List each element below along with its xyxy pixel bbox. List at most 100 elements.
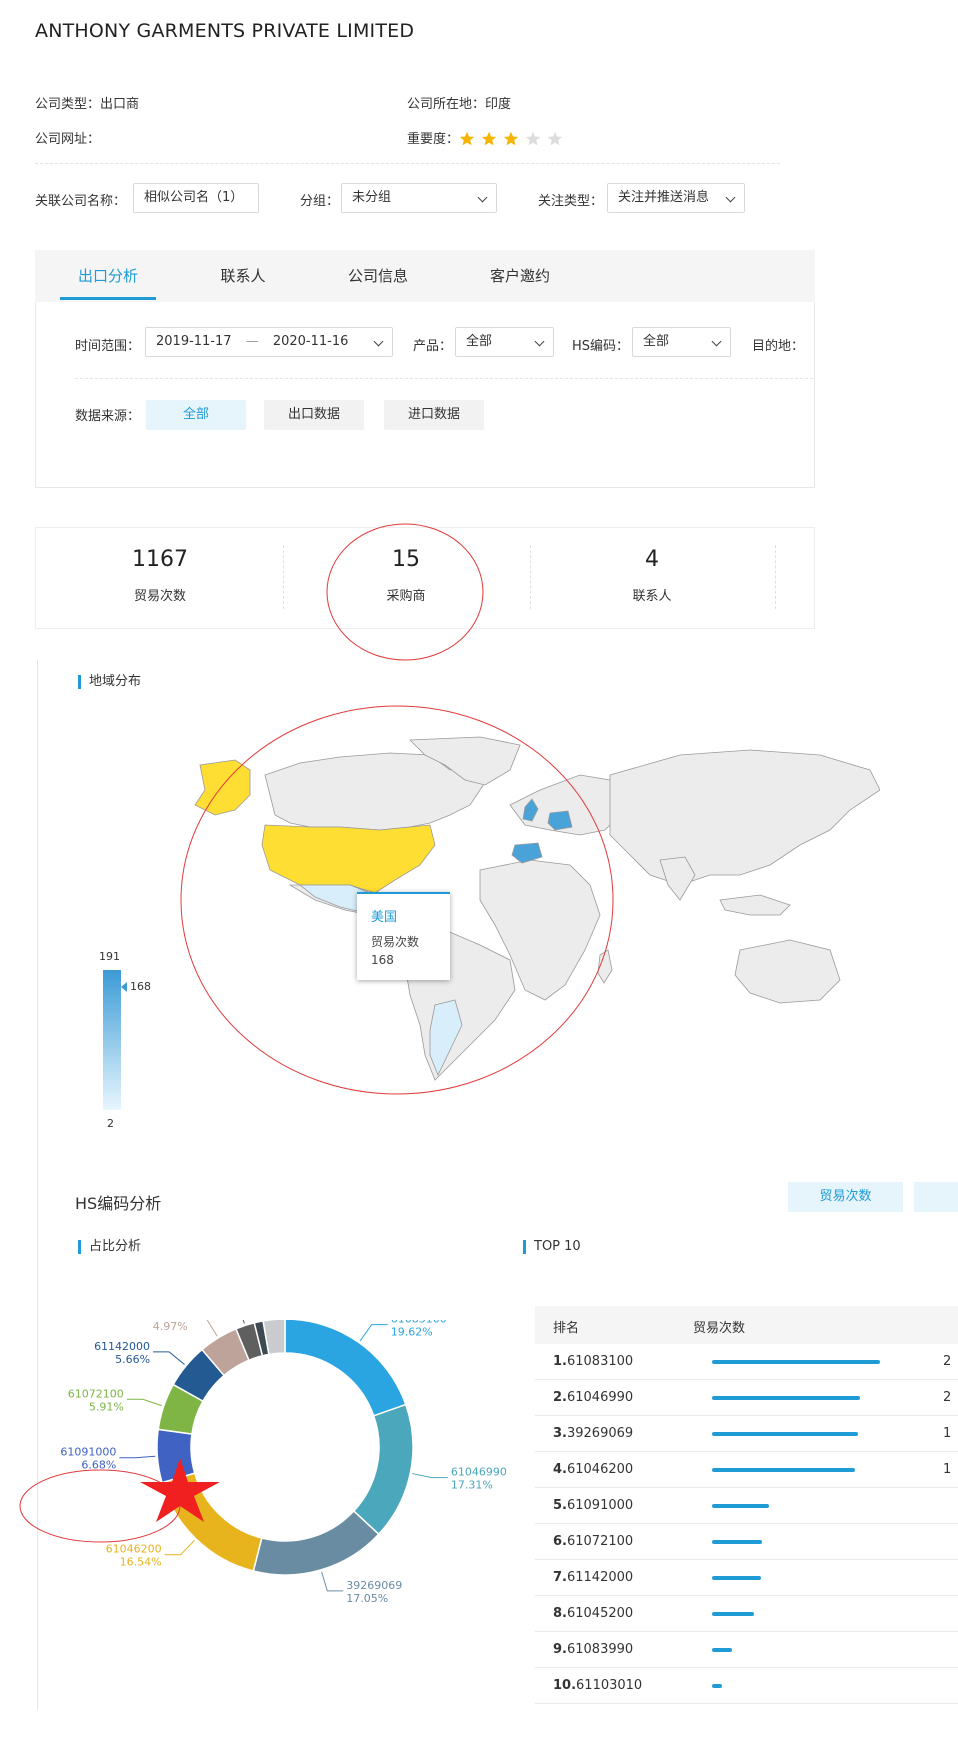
- donut-leader-line: [412, 1473, 448, 1479]
- table-row[interactable]: 1.61083100 2: [535, 1344, 958, 1380]
- importance-label: 重要度：: [407, 132, 460, 147]
- source-export-button[interactable]: 出口数据: [264, 400, 364, 430]
- donut-label-percent: 17.05%: [346, 1592, 388, 1605]
- star-empty-icon[interactable]: [525, 131, 541, 147]
- donut-leader-line: [359, 1324, 388, 1342]
- table-row[interactable]: 7.61142000: [535, 1560, 958, 1596]
- star-filled-icon[interactable]: [481, 131, 497, 147]
- tooltip-metric: 贸易次数: [371, 935, 420, 949]
- company-website: 公司网址：: [35, 128, 100, 147]
- row-value: 2: [943, 1354, 952, 1369]
- donut-slice-39269069[interactable]: [252, 1509, 380, 1576]
- tab-customer-invite[interactable]: 客户邀约: [472, 250, 568, 302]
- table-row[interactable]: 2.61046990 2: [535, 1380, 958, 1416]
- company-location: 公司所在地：印度: [407, 93, 511, 112]
- annotation-star-ellipse: [19, 1458, 220, 1543]
- star-empty-icon[interactable]: [547, 131, 563, 147]
- table-row[interactable]: 8.61045200: [535, 1596, 958, 1632]
- tab-company-info[interactable]: 公司信息: [330, 250, 426, 302]
- time-start: 2019-11-17: [156, 334, 232, 349]
- metric-toggle-button-2[interactable]: [914, 1182, 958, 1212]
- table-row[interactable]: 6.61072100: [535, 1524, 958, 1560]
- group-label: 分组：: [300, 194, 340, 209]
- hs-section-title: HS编码分析: [75, 1194, 162, 1213]
- company-website-label: 公司网址：: [35, 132, 101, 147]
- product-select[interactable]: 全部: [455, 327, 554, 357]
- chevron-down-icon: [725, 192, 736, 203]
- follow-type-select[interactable]: 关注并推送消息: [607, 183, 745, 213]
- row-rank: 3.39269069: [553, 1426, 634, 1441]
- source-import-button[interactable]: 进口数据: [384, 400, 484, 430]
- table-row[interactable]: 4.61046200 1: [535, 1452, 958, 1488]
- table-row[interactable]: 5.61091000: [535, 1488, 958, 1524]
- legend-gradient[interactable]: [103, 970, 121, 1110]
- stat-contacts-value[interactable]: 4: [572, 547, 732, 572]
- stat-contacts-label[interactable]: 联系人: [572, 585, 732, 604]
- legend-max: 191: [99, 950, 120, 963]
- star-filled-icon[interactable]: [459, 131, 475, 147]
- row-value: 1: [943, 1462, 952, 1477]
- row-bar: [712, 1432, 858, 1436]
- table-row[interactable]: 10.61103010: [535, 1668, 958, 1704]
- tooltip-value: 168: [371, 953, 394, 967]
- company-importance: 重要度：: [407, 128, 569, 148]
- company-location-label: 公司所在地：: [407, 97, 486, 112]
- time-range-picker[interactable]: 2019-11-17 — 2020-11-16: [145, 327, 393, 357]
- source-all-button[interactable]: 全部: [146, 400, 246, 430]
- time-separator: —: [245, 334, 259, 349]
- tab-active-indicator: [60, 297, 156, 300]
- legend-min: 2: [107, 1117, 114, 1130]
- row-bar: [712, 1360, 880, 1364]
- top10-title: TOP 10: [523, 1240, 581, 1254]
- tooltip-title: 美国: [371, 910, 398, 925]
- star-filled-icon[interactable]: [503, 131, 519, 147]
- related-company-button[interactable]: 相似公司名（1）: [133, 183, 259, 213]
- chevron-down-icon: [711, 336, 722, 347]
- importance-stars[interactable]: [459, 131, 569, 148]
- row-bar: [712, 1396, 860, 1400]
- time-end: 2020-11-16: [272, 334, 349, 349]
- donut-slice-61046990[interactable]: [352, 1403, 414, 1536]
- row-value: 1: [943, 1426, 952, 1441]
- hs-code-select[interactable]: 全部: [632, 327, 731, 357]
- donut-leader-line: [153, 1351, 185, 1365]
- donut-leader-line: [206, 1320, 218, 1337]
- chevron-down-icon: [477, 192, 488, 203]
- row-value: 2: [943, 1390, 952, 1405]
- destination-label: 目的地：: [752, 339, 805, 354]
- chevron-down-icon: [373, 336, 384, 347]
- metric-toggle-button[interactable]: 贸易次数: [788, 1182, 903, 1212]
- top10-header: 排名 贸易次数: [535, 1306, 958, 1344]
- legend-marker-icon: [121, 982, 127, 993]
- row-rank: 1.61083100: [553, 1354, 634, 1369]
- hs-code-value: 全部: [643, 334, 670, 349]
- donut-label-percent: 5.91%: [89, 1400, 124, 1413]
- map-tooltip: 美国 贸易次数 168: [357, 892, 450, 980]
- share-analysis-title: 占比分析: [78, 1240, 141, 1254]
- row-rank: 9.61083990: [553, 1642, 634, 1657]
- row-bar: [712, 1540, 762, 1544]
- donut-label-percent: 5.66%: [115, 1353, 150, 1366]
- group-select[interactable]: 未分组: [341, 183, 497, 213]
- row-rank: 2.61046990: [553, 1390, 634, 1405]
- row-rank: 10.61103010: [553, 1678, 643, 1693]
- map-section-title: 地域分布: [78, 675, 141, 689]
- donut-label-code: 61046990: [451, 1466, 507, 1479]
- donut-leader-line: [242, 1320, 245, 1324]
- table-row[interactable]: 9.61083990: [535, 1632, 958, 1668]
- stat-separator: [283, 545, 284, 609]
- tab-contacts[interactable]: 联系人: [195, 250, 291, 302]
- row-rank: 4.61046200: [553, 1462, 634, 1477]
- stat-separator: [530, 545, 531, 609]
- tab-export-analysis[interactable]: 出口分析: [60, 250, 156, 302]
- table-row[interactable]: 3.39269069 1: [535, 1416, 958, 1452]
- annotation-ellipse-buyers: [326, 523, 484, 661]
- row-bar: [712, 1648, 732, 1652]
- donut-label-code: 61142000: [94, 1340, 150, 1353]
- row-bar: [712, 1504, 769, 1508]
- group-select-value: 未分组: [352, 190, 392, 205]
- follow-type-value: 关注并推送消息: [618, 190, 710, 205]
- donut-label-percent: 17.31%: [451, 1479, 493, 1492]
- related-label: 关联公司名称：: [35, 194, 127, 209]
- donut-slice-61083100[interactable]: [284, 1320, 407, 1417]
